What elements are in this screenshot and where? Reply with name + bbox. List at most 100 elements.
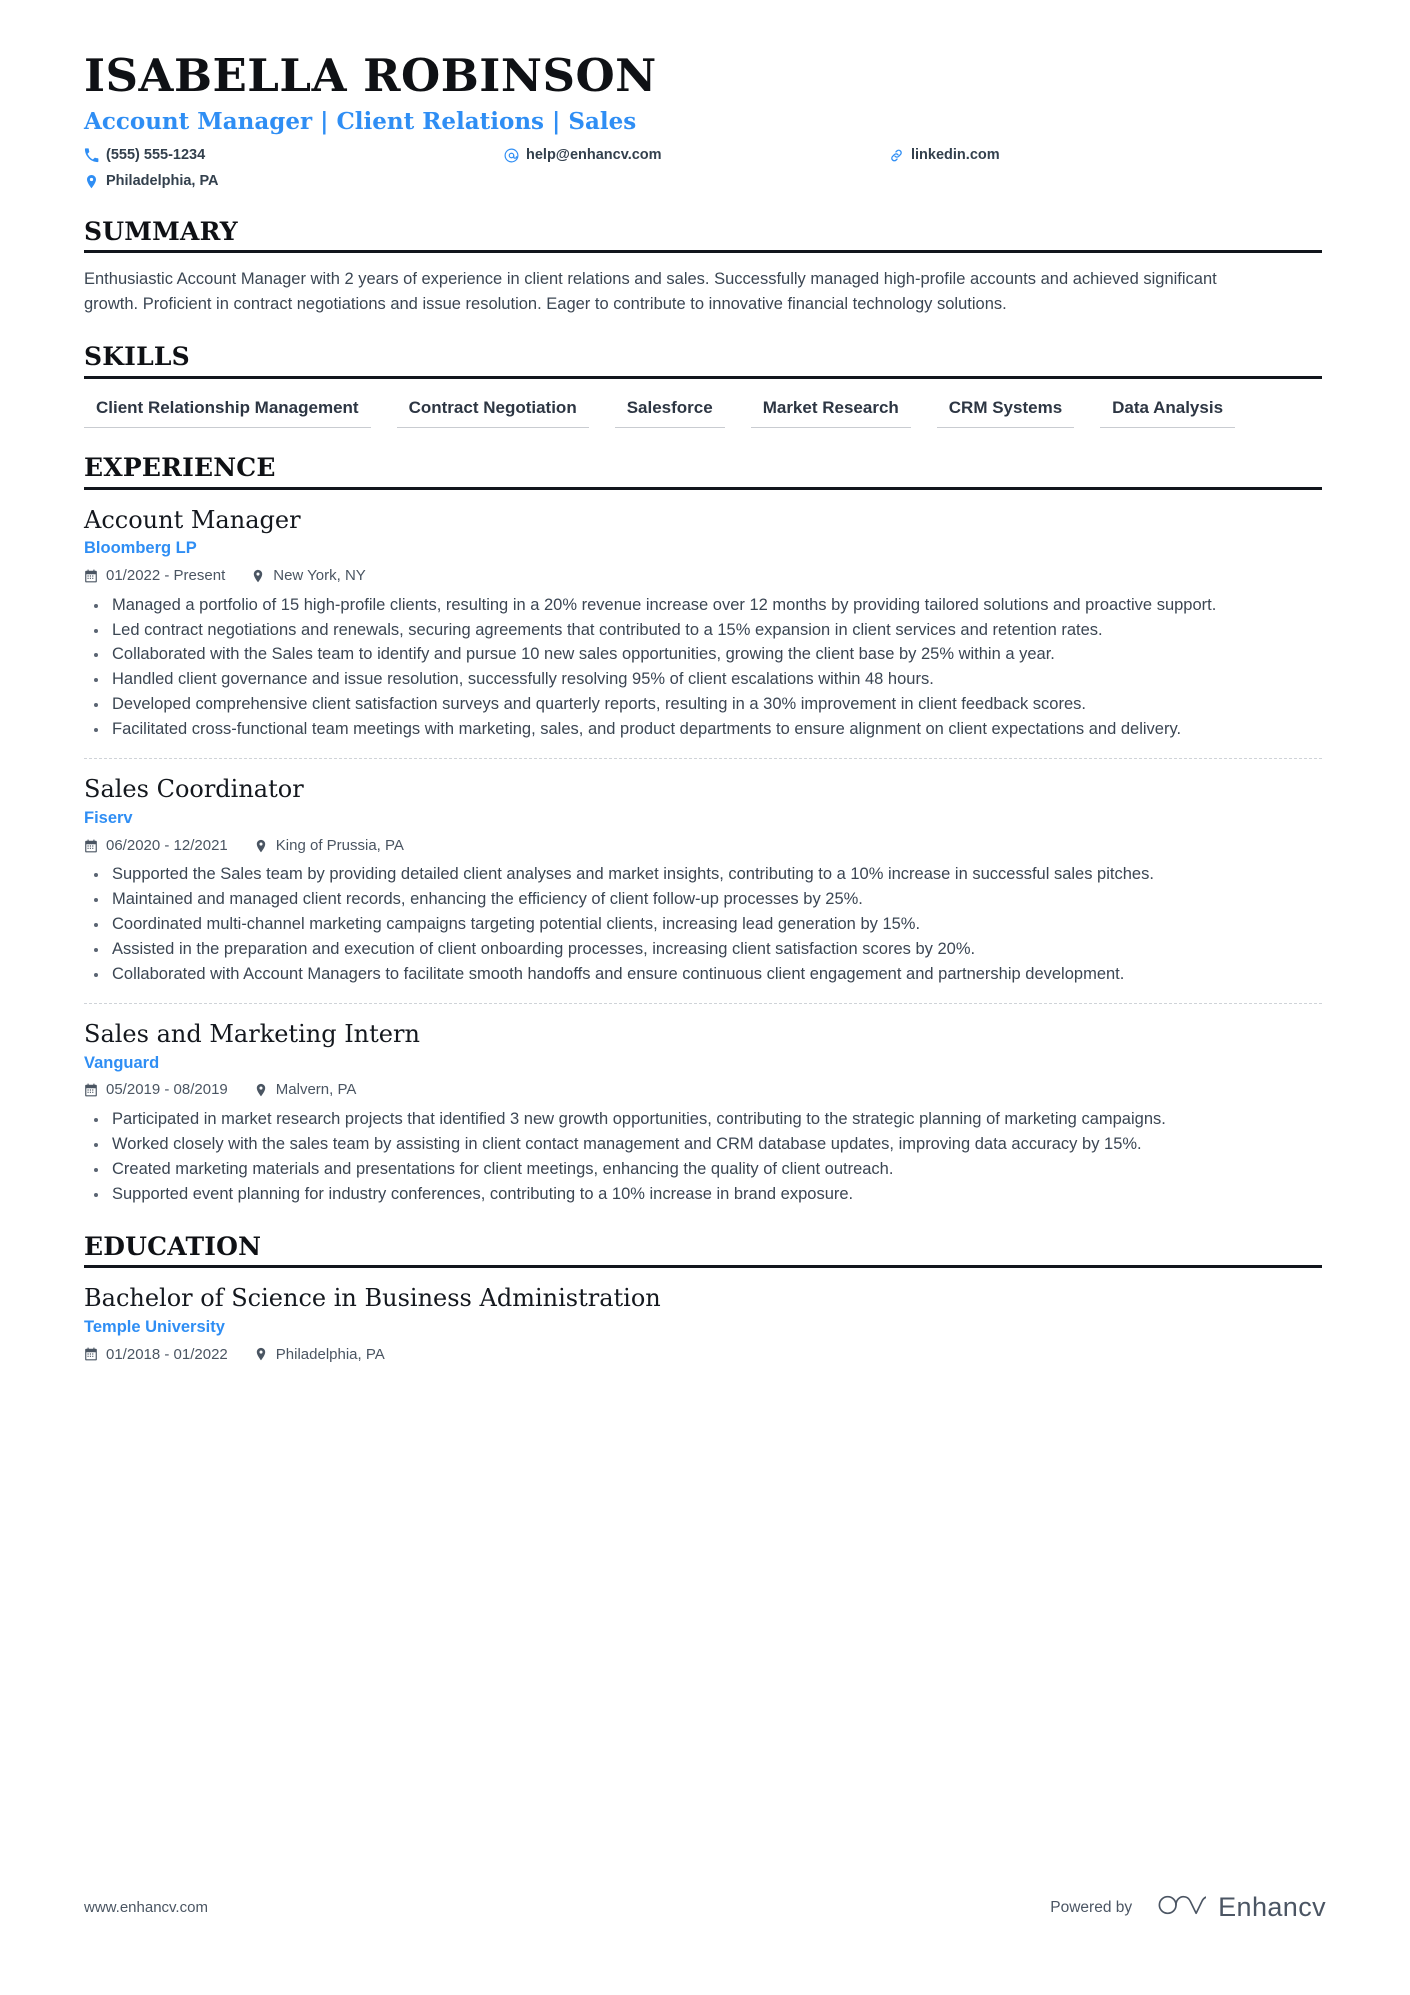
- school-location-text: Philadelphia, PA: [275, 1345, 385, 1363]
- responsibility-list: Managed a portfolio of 15 high-profile c…: [84, 594, 1264, 743]
- resume-page: ISABELLA ROBINSON Account Manager | Clie…: [0, 0, 1410, 1995]
- location-pin-icon: [254, 839, 268, 853]
- enhancv-brand: Enhancv: [1158, 1892, 1326, 1923]
- candidate-name: ISABELLA ROBINSON: [84, 49, 657, 102]
- contact-phone-text: (555) 555-1234: [106, 147, 206, 164]
- bullet-item: Assisted in the preparation and executio…: [84, 938, 1264, 962]
- contact-phone[interactable]: (555) 555-1234: [84, 145, 504, 165]
- skill-item: Contract Negotiation: [396, 397, 589, 429]
- bullet-item: Handled client governance and issue reso…: [84, 668, 1264, 692]
- job-title: Sales Coordinator: [84, 775, 304, 804]
- section-education: EDUCATION Bachelor of Science in Busines…: [84, 1233, 1322, 1365]
- contact-location-text: Philadelphia, PA: [106, 173, 219, 190]
- calendar-icon: [84, 1083, 98, 1097]
- powered-by-label: Powered by: [1050, 1898, 1133, 1916]
- date-range-text: 05/2019 - 08/2019: [106, 1081, 228, 1099]
- resume-footer: www.enhancv.com Powered by Enhancv: [84, 1892, 1326, 1923]
- company-name[interactable]: Bloomberg LP: [84, 539, 1322, 559]
- location-pin-icon: [254, 1083, 268, 1097]
- experience-entry: Sales Coordinator Fiserv 06/2020 - 12/20…: [84, 758, 1322, 987]
- experience-entry: Account Manager Bloomberg LP 01/2022 - P…: [84, 490, 1322, 743]
- section-title-experience: EXPERIENCE: [84, 453, 276, 483]
- job-location: New York, NY: [251, 566, 366, 586]
- job-title: Account Manager: [84, 505, 301, 534]
- bullet-item: Maintained and managed client records, e…: [84, 888, 1264, 912]
- section-title-education: EDUCATION: [84, 1231, 262, 1261]
- bullet-item: Supported the Sales team by providing de…: [84, 863, 1264, 887]
- bullet-item: Worked closely with the sales team by as…: [84, 1133, 1264, 1157]
- section-summary: SUMMARY Enthusiastic Account Manager wit…: [84, 218, 1322, 318]
- experience-entry: Sales and Marketing Intern Vanguard 05/2…: [84, 1002, 1322, 1207]
- date-range-text: 06/2020 - 12/2021: [106, 836, 228, 854]
- date-range: 01/2022 - Present: [84, 566, 225, 586]
- location-pin-icon: [251, 569, 265, 583]
- enhancv-brand-name: Enhancv: [1218, 1892, 1326, 1922]
- bullet-item: Coordinated multi-channel marketing camp…: [84, 913, 1264, 937]
- job-location-text: King of Prussia, PA: [275, 836, 404, 854]
- contact-linkedin[interactable]: linkedin.com: [889, 145, 1322, 165]
- skill-item: Client Relationship Management: [84, 397, 371, 429]
- date-range-text: 01/2022 - Present: [106, 567, 226, 585]
- candidate-headline: Account Manager | Client Relations | Sal…: [84, 107, 637, 135]
- skill-item: Salesforce: [614, 397, 725, 429]
- footer-branding: Powered by Enhancv: [1050, 1892, 1326, 1923]
- bullet-item: Participated in market research projects…: [84, 1108, 1264, 1132]
- responsibility-list: Supported the Sales team by providing de…: [84, 863, 1264, 987]
- entry-meta: 06/2020 - 12/2021 King of Prussia, PA: [84, 836, 1322, 856]
- contact-location: Philadelphia, PA: [84, 171, 504, 191]
- bullet-item: Managed a portfolio of 15 high-profile c…: [84, 594, 1264, 618]
- calendar-icon: [84, 839, 98, 853]
- link-icon: [889, 148, 904, 163]
- section-rule: [84, 250, 1322, 254]
- skill-item: CRM Systems: [936, 397, 1075, 429]
- bullet-item: Facilitated cross-functional team meetin…: [84, 718, 1264, 742]
- entry-meta: 05/2019 - 08/2019 Malvern, PA: [84, 1080, 1322, 1100]
- entry-meta: 01/2018 - 01/2022 Philadelphia, PA: [84, 1345, 1322, 1365]
- contact-email[interactable]: help@enhancv.com: [504, 145, 889, 165]
- summary-text: Enthusiastic Account Manager with 2 year…: [84, 270, 1217, 314]
- company-name[interactable]: Vanguard: [84, 1054, 1322, 1074]
- school-location: Philadelphia, PA: [254, 1345, 385, 1365]
- location-pin-icon: [84, 174, 99, 189]
- job-location-text: Malvern, PA: [275, 1081, 357, 1099]
- entry-meta: 01/2022 - Present New York, NY: [84, 566, 1322, 586]
- responsibility-list: Participated in market research projects…: [84, 1108, 1264, 1207]
- date-range: 01/2018 - 01/2022: [84, 1345, 228, 1365]
- job-location-text: New York, NY: [273, 567, 366, 585]
- bullet-item: Developed comprehensive client satisfact…: [84, 693, 1264, 717]
- bullet-item: Collaborated with Account Managers to fa…: [84, 963, 1264, 987]
- skills-list: Client Relationship Management Contract …: [84, 397, 1264, 429]
- job-location: Malvern, PA: [254, 1080, 357, 1100]
- contact-details: (555) 555-1234 help@enhancv.com linkedin…: [84, 145, 1322, 192]
- bullet-item: Created marketing materials and presenta…: [84, 1158, 1264, 1182]
- education-entry: Bachelor of Science in Business Administ…: [84, 1268, 1322, 1364]
- resume-header: ISABELLA ROBINSON Account Manager | Clie…: [84, 49, 1322, 192]
- section-title-skills: SKILLS: [84, 342, 190, 372]
- section-skills: SKILLS Client Relationship Management Co…: [84, 342, 1322, 429]
- skill-item: Data Analysis: [1100, 397, 1236, 429]
- section-rule: [84, 375, 1322, 379]
- bullet-item: Collaborated with the Sales team to iden…: [84, 643, 1264, 667]
- date-range-text: 01/2018 - 01/2022: [106, 1345, 228, 1363]
- contact-email-text: help@enhancv.com: [526, 147, 662, 164]
- job-title: Sales and Marketing Intern: [84, 1019, 420, 1048]
- school-name[interactable]: Temple University: [84, 1318, 1322, 1338]
- phone-icon: [84, 147, 99, 163]
- section-experience: EXPERIENCE Account Manager Bloomberg LP …: [84, 454, 1322, 1207]
- date-range: 06/2020 - 12/2021: [84, 836, 228, 856]
- calendar-icon: [84, 1347, 98, 1361]
- job-location: King of Prussia, PA: [254, 836, 404, 856]
- company-name[interactable]: Fiserv: [84, 809, 1322, 829]
- section-title-summary: SUMMARY: [84, 216, 238, 246]
- footer-website-url[interactable]: www.enhancv.com: [84, 1899, 208, 1916]
- enhancv-logo-icon: [1158, 1892, 1210, 1923]
- location-pin-icon: [254, 1347, 268, 1361]
- calendar-icon: [84, 569, 98, 583]
- degree-title: Bachelor of Science in Business Administ…: [84, 1284, 661, 1313]
- skill-item: Market Research: [750, 397, 911, 429]
- date-range: 05/2019 - 08/2019: [84, 1080, 228, 1100]
- contact-linkedin-text: linkedin.com: [911, 147, 1000, 164]
- bullet-item: Led contract negotiations and renewals, …: [84, 619, 1264, 643]
- email-icon: [504, 148, 519, 163]
- bullet-item: Supported event planning for industry co…: [84, 1183, 1264, 1207]
